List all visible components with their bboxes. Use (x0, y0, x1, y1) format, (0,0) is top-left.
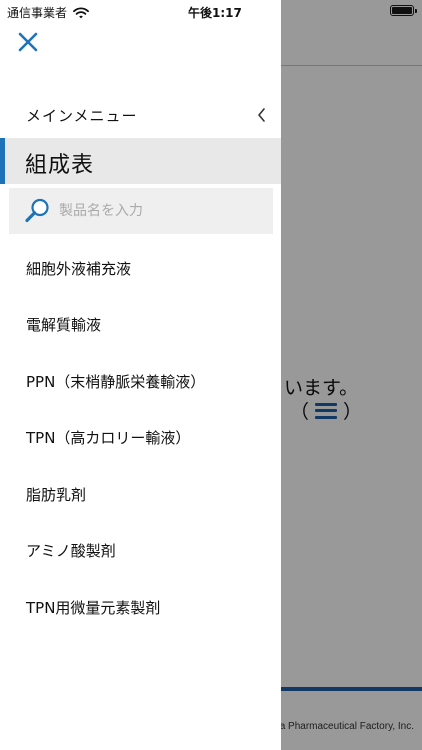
list-item[interactable]: アミノ酸製剤 (0, 523, 281, 580)
status-bar: 通信事業者 午後1:17 (0, 0, 422, 22)
chevron-left-icon[interactable] (255, 106, 269, 124)
list-item[interactable]: TPN用微量元素製剤 (0, 579, 281, 636)
section-title: 組成表 (0, 138, 281, 184)
close-button[interactable] (14, 28, 42, 56)
list-item[interactable]: 細胞外液補充液 (0, 240, 281, 297)
category-list: 細胞外液補充液 電解質輸液 PPN（末梢静脈栄養輸液） TPN（高カロリー輸液）… (0, 240, 281, 636)
section-title-text: 組成表 (25, 153, 95, 178)
list-item[interactable]: 電解質輸液 (0, 297, 281, 354)
battery-icon (390, 5, 417, 16)
search-input[interactable] (59, 203, 259, 219)
list-item[interactable]: 脂肪乳剤 (0, 466, 281, 523)
main-menu-header[interactable]: メインメニュー (0, 98, 281, 132)
list-item[interactable]: PPN（末梢静脈栄養輸液） (0, 353, 281, 410)
carrier: 通信事業者 (7, 4, 89, 21)
section-accent-bar (0, 138, 5, 184)
carrier-name: 通信事業者 (7, 6, 68, 20)
list-item[interactable]: TPN（高カロリー輸液） (0, 410, 281, 467)
search-icon (25, 198, 49, 223)
search-box[interactable] (9, 188, 273, 234)
main-menu-label: メインメニュー (26, 106, 138, 125)
close-icon (18, 32, 38, 52)
wifi-icon (73, 6, 89, 18)
side-drawer: メインメニュー 組成表 細胞外液補充液 電解質輸液 PPN（末梢静脈栄養輸液） … (0, 0, 281, 750)
clock: 午後1:17 (188, 6, 242, 20)
